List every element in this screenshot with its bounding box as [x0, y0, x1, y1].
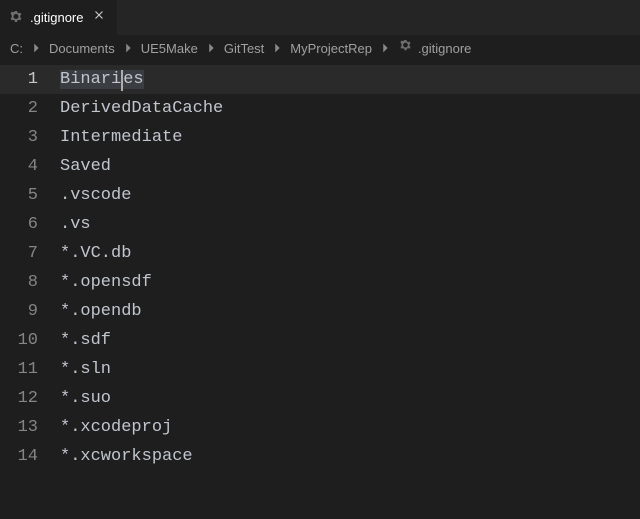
editor-line[interactable]: 6.vs — [0, 210, 640, 239]
breadcrumb-item[interactable]: MyProjectRep — [290, 41, 372, 56]
chevron-right-icon — [378, 41, 392, 55]
editor-line[interactable]: 13*.xcodeproj — [0, 413, 640, 442]
line-number: 3 — [0, 128, 60, 147]
line-content[interactable]: Intermediate — [60, 128, 182, 147]
breadcrumb-item[interactable]: GitTest — [224, 41, 264, 56]
close-icon[interactable] — [89, 8, 109, 27]
line-number: 1 — [0, 70, 60, 89]
line-content[interactable]: *.opensdf — [60, 273, 152, 292]
breadcrumb-item[interactable]: UE5Make — [141, 41, 198, 56]
editor-line[interactable]: 10*.sdf — [0, 326, 640, 355]
chevron-right-icon — [204, 41, 218, 55]
editor-line[interactable]: 14*.xcworkspace — [0, 442, 640, 471]
gear-icon — [398, 39, 413, 57]
line-number: 9 — [0, 302, 60, 321]
line-content[interactable]: *.sdf — [60, 331, 111, 350]
breadcrumb-file[interactable]: .gitignore — [398, 39, 471, 57]
line-number: 11 — [0, 360, 60, 379]
breadcrumb-item[interactable]: Documents — [49, 41, 115, 56]
editor-area[interactable]: 1Binaries2DerivedDataCache3Intermediate4… — [0, 61, 640, 471]
breadcrumb[interactable]: C: Documents UE5Make GitTest MyProjectRe… — [0, 35, 640, 61]
line-number: 12 — [0, 389, 60, 408]
editor-line[interactable]: 7*.VC.db — [0, 239, 640, 268]
line-content[interactable]: DerivedDataCache — [60, 99, 223, 118]
chevron-right-icon — [29, 41, 43, 55]
editor-line[interactable]: 4Saved — [0, 152, 640, 181]
line-number: 7 — [0, 244, 60, 263]
line-content[interactable]: *.xcodeproj — [60, 418, 172, 437]
line-number: 14 — [0, 447, 60, 466]
editor-line[interactable]: 11*.sln — [0, 355, 640, 384]
editor-line[interactable]: 2DerivedDataCache — [0, 94, 640, 123]
breadcrumb-item[interactable]: C: — [10, 41, 23, 56]
line-number: 4 — [0, 157, 60, 176]
line-number: 10 — [0, 331, 60, 350]
line-content[interactable]: .vscode — [60, 186, 131, 205]
chevron-right-icon — [121, 41, 135, 55]
tab-gitignore[interactable]: .gitignore — [0, 0, 118, 35]
line-number: 2 — [0, 99, 60, 118]
editor-line[interactable]: 8*.opensdf — [0, 268, 640, 297]
tab-label: .gitignore — [30, 10, 83, 25]
line-content[interactable]: *.xcworkspace — [60, 447, 193, 466]
editor-line[interactable]: 3Intermediate — [0, 123, 640, 152]
line-number: 6 — [0, 215, 60, 234]
line-content[interactable]: *.suo — [60, 389, 111, 408]
line-number: 5 — [0, 186, 60, 205]
line-content[interactable]: .vs — [60, 215, 91, 234]
line-number: 8 — [0, 273, 60, 292]
editor-line[interactable]: 12*.suo — [0, 384, 640, 413]
line-content[interactable]: Binaries — [60, 70, 144, 89]
line-content[interactable]: Saved — [60, 157, 111, 176]
tab-bar: .gitignore — [0, 0, 640, 35]
breadcrumb-filename: .gitignore — [418, 41, 471, 56]
chevron-right-icon — [270, 41, 284, 55]
gear-icon — [8, 10, 24, 26]
line-number: 13 — [0, 418, 60, 437]
line-content[interactable]: *.sln — [60, 360, 111, 379]
editor-line[interactable]: 1Binaries — [0, 65, 640, 94]
editor-line[interactable]: 9*.opendb — [0, 297, 640, 326]
line-content[interactable]: *.VC.db — [60, 244, 131, 263]
line-content[interactable]: *.opendb — [60, 302, 142, 321]
editor-line[interactable]: 5.vscode — [0, 181, 640, 210]
